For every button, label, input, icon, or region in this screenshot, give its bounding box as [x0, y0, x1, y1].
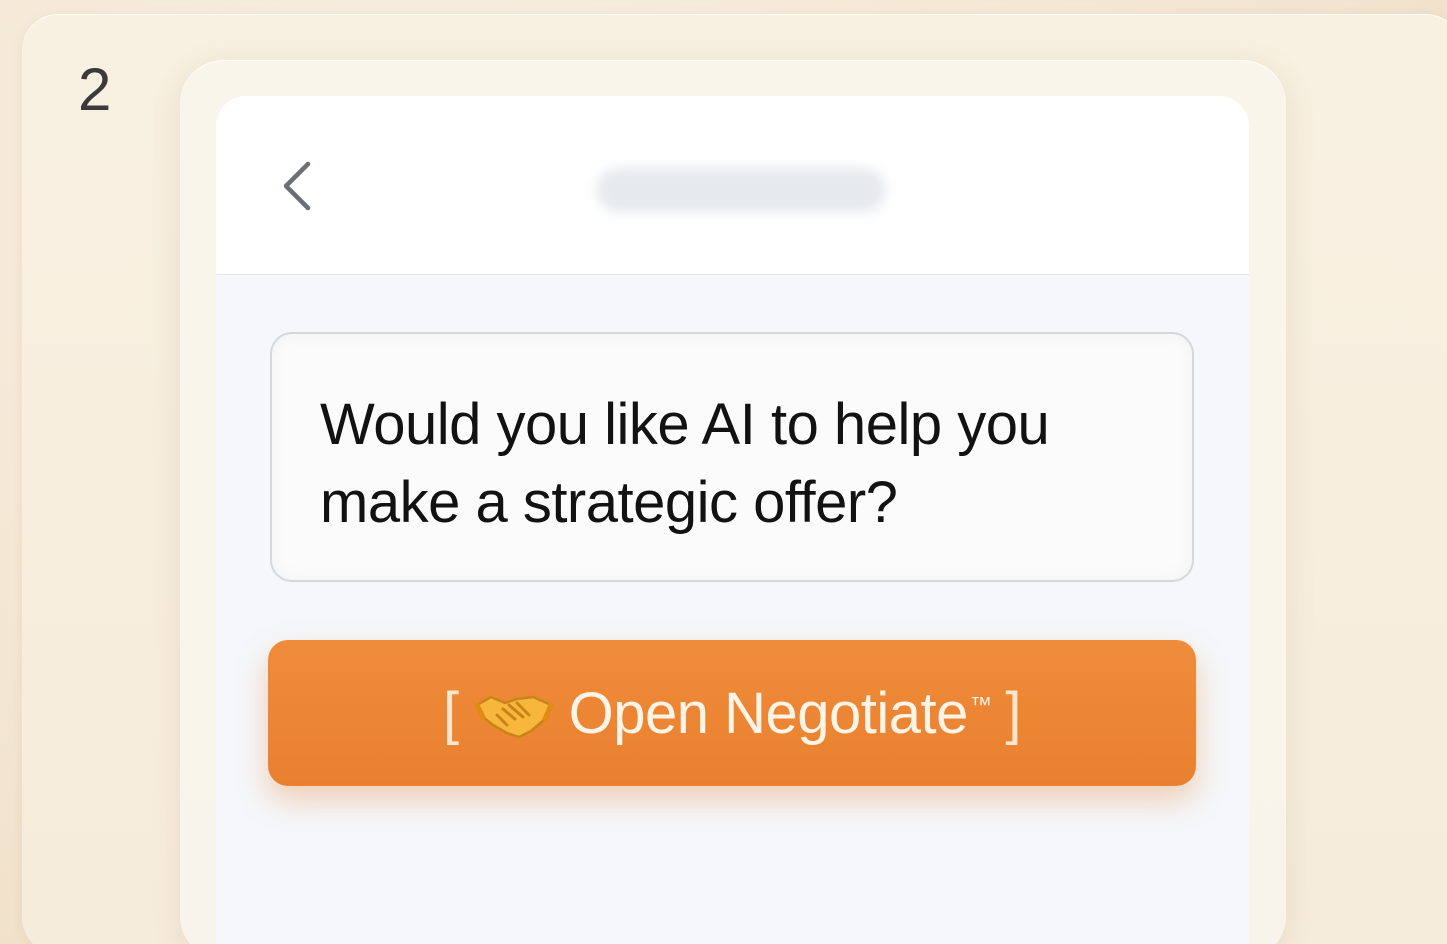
back-button[interactable] [272, 154, 322, 218]
open-bracket: [ [442, 680, 459, 746]
close-bracket: ] [1005, 680, 1022, 746]
step-number: 2 [78, 56, 112, 123]
open-negotiate-button[interactable]: [ Open Negotiate™ ] [268, 640, 1196, 786]
handshake-icon [473, 685, 555, 741]
chevron-left-icon [283, 161, 311, 211]
ai-prompt-text: Would you like AI to help you make a str… [320, 392, 1050, 535]
negotiate-label-wrap: Open Negotiate™ [569, 680, 992, 747]
header-title-blurred [596, 168, 886, 212]
app-screen: Would you like AI to help you make a str… [216, 96, 1249, 944]
ai-prompt-card: Would you like AI to help you make a str… [270, 332, 1194, 582]
app-header [216, 96, 1249, 275]
negotiate-label: Open Negotiate [568, 680, 969, 746]
trademark-symbol: ™ [969, 692, 992, 718]
